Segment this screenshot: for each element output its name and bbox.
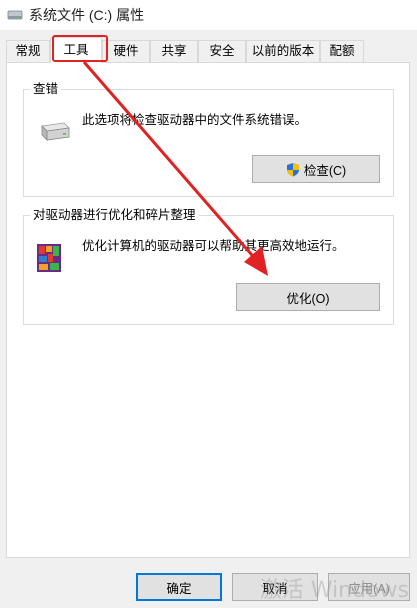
optimize-title: 对驱动器进行优化和碎片整理 — [30, 207, 199, 223]
error-check-description: 此选项将检查驱动器中的文件系统错误。 — [82, 113, 308, 127]
tab-previous-versions[interactable]: 以前的版本 — [246, 40, 320, 62]
tab-security[interactable]: 安全 — [198, 40, 246, 62]
check-button[interactable]: 检查(C) — [252, 155, 380, 183]
ok-button[interactable]: 确定 — [136, 573, 222, 601]
cancel-button[interactable]: 取消 — [232, 573, 318, 601]
optimize-button[interactable]: 优化(O) — [236, 283, 380, 311]
shield-icon — [286, 162, 299, 176]
tools-panel: 查错 此选项将检查驱动器中的文件系统错误。 检查(C) 对驱动器进行优化和碎片整… — [6, 62, 410, 558]
defrag-icon — [37, 244, 61, 272]
tab-hardware[interactable]: 硬件 — [102, 40, 150, 62]
title-bar: 系统文件 (C:) 属性 — [0, 0, 417, 30]
error-check-title: 查错 — [30, 81, 62, 97]
error-check-group: 查错 此选项将检查驱动器中的文件系统错误。 检查(C) — [23, 81, 394, 197]
window-title: 系统文件 (C:) 属性 — [29, 7, 145, 23]
optimize-group: 对驱动器进行优化和碎片整理 优化计算机的驱动器可以帮助其更高效地运行。 优化(O… — [23, 207, 394, 325]
hard-drive-icon — [41, 122, 70, 141]
optimize-description: 优化计算机的驱动器可以帮助其更高效地运行。 — [82, 239, 345, 253]
annotation-highlight-box — [52, 35, 108, 62]
tab-sharing[interactable]: 共享 — [150, 40, 198, 62]
tab-quota[interactable]: 配额 — [320, 40, 364, 62]
check-button-label: 检查(C) — [303, 163, 347, 178]
optimize-button-label: 优化(O) — [286, 291, 330, 306]
tab-general[interactable]: 常规 — [6, 40, 50, 62]
apply-button[interactable]: 应用(A) — [328, 573, 410, 601]
drive-icon — [7, 10, 23, 20]
